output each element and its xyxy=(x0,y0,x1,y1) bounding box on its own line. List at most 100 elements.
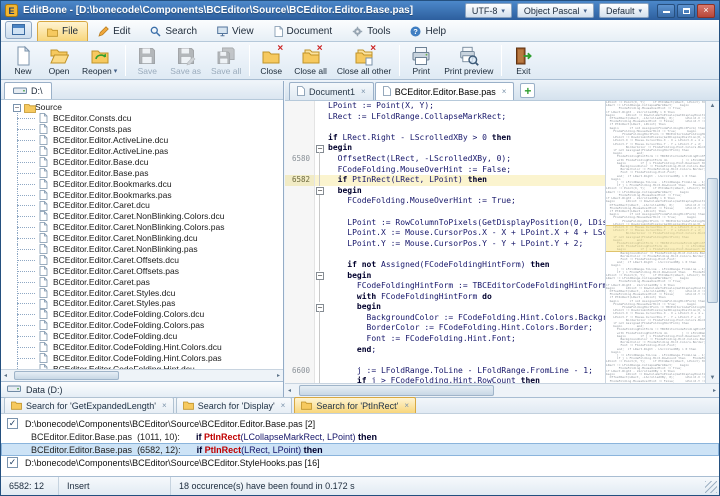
fold-margin[interactable] xyxy=(315,313,325,324)
new-button[interactable]: New xyxy=(5,43,41,78)
fold-margin[interactable]: − xyxy=(315,271,325,282)
fold-margin[interactable] xyxy=(315,345,325,356)
code-line[interactable]: if LRect.Right - LScrolledXBy > 0 then xyxy=(285,133,605,144)
search-tab-ptinrect[interactable]: Search for 'PtInRect' × xyxy=(294,397,416,413)
tree-file-item[interactable]: BCEditor.Editor.Caret.NonBlinking.dcu xyxy=(1,233,283,244)
tree-file-item[interactable]: BCEditor.Editor.Caret.NonBlinking.Colors… xyxy=(1,211,283,222)
scroll-right-icon[interactable]: ▸ xyxy=(713,387,716,394)
fold-margin[interactable]: − xyxy=(315,186,325,197)
tab-document1[interactable]: Document1 × xyxy=(289,82,374,100)
code-line[interactable]: LPoint := RowColumnToPixels(GetDisplayPo… xyxy=(285,218,605,229)
tree-file-item[interactable]: BCEditor.Editor.Base.dcu xyxy=(1,156,283,167)
app-menu-button[interactable] xyxy=(5,21,32,39)
fold-margin[interactable] xyxy=(315,154,325,165)
close-button[interactable]: × xyxy=(697,4,715,18)
code-line[interactable]: 6600 j := LFoldRange.ToLine - LFoldRange… xyxy=(285,366,605,377)
encoding-select[interactable]: UTF-8 ▾ xyxy=(465,3,512,18)
data-drive-panel-header[interactable]: Data (D:) xyxy=(1,381,283,397)
scrollbar-thumb[interactable] xyxy=(14,371,119,380)
fold-margin[interactable] xyxy=(315,175,325,186)
fold-margin[interactable] xyxy=(315,366,325,377)
fold-margin[interactable] xyxy=(315,323,325,334)
fold-collapse-icon[interactable]: − xyxy=(316,272,324,280)
horizontal-scrollbar[interactable]: ◂ ▸ xyxy=(285,383,719,397)
close-tab-icon[interactable]: × xyxy=(361,87,366,96)
fold-margin[interactable] xyxy=(315,207,325,218)
new-document-button[interactable]: + xyxy=(520,83,535,98)
tree-file-item[interactable]: BCEditor.Editor.Bookmarks.dcu xyxy=(1,178,283,189)
code-line[interactable]: end; xyxy=(285,345,605,356)
checkbox-checked[interactable]: ✓ xyxy=(7,457,18,468)
code-line[interactable]: 6580 OffsetRect(LRect, -LScrolledXBy, 0)… xyxy=(285,154,605,165)
fold-margin[interactable] xyxy=(315,239,325,250)
tab-help[interactable]: ? Help xyxy=(400,21,456,41)
syntax-select[interactable]: Object Pascal ▾ xyxy=(517,3,594,18)
scroll-left-icon[interactable]: ◂ xyxy=(4,372,7,379)
tree-root-folder[interactable]: − Source xyxy=(1,102,283,113)
fold-margin[interactable]: − xyxy=(315,302,325,313)
maximize-button[interactable] xyxy=(677,4,695,18)
search-result-match[interactable]: BCEditor.Editor.Base.pas (1011, 10): if … xyxy=(1,430,719,443)
directory-tab-d-drive[interactable]: D:\ xyxy=(4,82,52,99)
checkbox-checked[interactable]: ✓ xyxy=(7,418,18,429)
tab-document[interactable]: Document xyxy=(264,21,343,41)
fold-margin[interactable] xyxy=(315,355,325,366)
tree-file-item[interactable]: BCEditor.Editor.Caret.Offsets.dcu xyxy=(1,254,283,265)
close-button-doc[interactable]: × Close xyxy=(253,43,289,78)
search-result-match-selected[interactable]: BCEditor.Editor.Base.pas (6582, 12): if … xyxy=(1,443,719,456)
tree-horizontal-scrollbar[interactable]: ◂ ▸ xyxy=(1,369,283,381)
fold-margin[interactable] xyxy=(315,196,325,207)
tree-file-item[interactable]: BCEditor.Editor.Caret.pas xyxy=(1,276,283,287)
close-tab-icon[interactable]: × xyxy=(404,401,409,410)
open-button[interactable]: Open xyxy=(41,43,77,78)
tree-file-item[interactable]: BCEditor.Consts.pas xyxy=(1,124,283,135)
tree-file-item[interactable]: BCEditor.Editor.Caret.Offsets.pas xyxy=(1,265,283,276)
search-result-group[interactable]: ✓ D:\bonecode\Components\BCEditor\Source… xyxy=(1,456,719,469)
fold-collapse-icon[interactable]: − xyxy=(316,145,324,153)
fold-margin[interactable]: − xyxy=(315,143,325,154)
code-line[interactable]: with FCodeFoldingHintForm do xyxy=(285,292,605,303)
tree-file-item[interactable]: BCEditor.Editor.Base.pas xyxy=(1,167,283,178)
code-line[interactable]: LRect := LFoldRange.CollapseMarkRect; xyxy=(285,112,605,123)
scrollbar-thumb[interactable] xyxy=(299,385,494,396)
code-line[interactable]: 6582 if PtInRect(LRect, LPoint) then xyxy=(285,175,605,186)
tree-file-item[interactable]: BCEditor.Editor.Caret.Styles.pas xyxy=(1,298,283,309)
fold-margin[interactable] xyxy=(315,101,325,112)
scroll-down-icon[interactable]: ▼ xyxy=(706,375,719,381)
code-line[interactable]: BorderColor := FCodeFolding.Hint.Colors.… xyxy=(285,323,605,334)
code-line[interactable]: − begin xyxy=(285,271,605,282)
print-button[interactable]: Print xyxy=(403,43,439,78)
search-tab-display[interactable]: Search for 'Display' × xyxy=(176,397,293,413)
tree-file-item[interactable]: BCEditor.Editor.ActiveLine.pas xyxy=(1,146,283,157)
fold-margin[interactable] xyxy=(315,292,325,303)
close-all-other-button[interactable]: × Close all other xyxy=(332,43,396,78)
fold-margin[interactable] xyxy=(315,122,325,133)
fold-margin[interactable] xyxy=(315,133,325,144)
tab-bceditor-editor-base[interactable]: BCEditor.Editor.Base.pas × xyxy=(375,82,515,100)
code-line[interactable]: − begin xyxy=(285,302,605,313)
close-tab-icon[interactable]: × xyxy=(162,401,167,410)
tree-file-item[interactable]: BCEditor.Editor.Caret.NonBlinking.Colors… xyxy=(1,222,283,233)
exit-button[interactable]: Exit xyxy=(505,43,541,78)
scroll-up-icon[interactable]: ▲ xyxy=(706,103,719,109)
code-line[interactable]: FCodeFoldingHintForm := TBCEditorCodeFol… xyxy=(285,281,605,292)
reopen-button[interactable]: Reopen▾ xyxy=(77,43,122,78)
minimap[interactable]: LPoint := Point(X, Y); if PtInRect(LRect… xyxy=(605,101,705,383)
tab-file[interactable]: File xyxy=(37,21,88,41)
minimize-button[interactable] xyxy=(657,4,675,18)
tree-file-item[interactable]: BCEditor.Editor.Bookmarks.pas xyxy=(1,189,283,200)
tree-file-item[interactable]: BCEditor.Editor.Caret.dcu xyxy=(1,200,283,211)
search-tab-getexpandedlength[interactable]: Search for 'GetExpandedLength' × xyxy=(4,397,174,413)
close-tab-icon[interactable]: × xyxy=(281,401,286,410)
tree-file-item[interactable]: BCEditor.Editor.Caret.Styles.dcu xyxy=(1,287,283,298)
tab-view[interactable]: View xyxy=(207,21,264,41)
fold-margin[interactable] xyxy=(315,228,325,239)
vertical-scrollbar[interactable]: ▲ ▼ xyxy=(705,101,719,383)
fold-margin[interactable] xyxy=(315,281,325,292)
close-tab-icon[interactable]: × xyxy=(502,87,507,96)
code-line[interactable] xyxy=(285,122,605,133)
tree-file-item[interactable]: BCEditor.Editor.ActiveLine.dcu xyxy=(1,135,283,146)
scrollbar-thumb[interactable] xyxy=(707,178,718,303)
code-line[interactable]: LPoint.X := Mouse.CursorPos.X - X + LPoi… xyxy=(285,228,605,239)
fold-margin[interactable] xyxy=(315,249,325,260)
